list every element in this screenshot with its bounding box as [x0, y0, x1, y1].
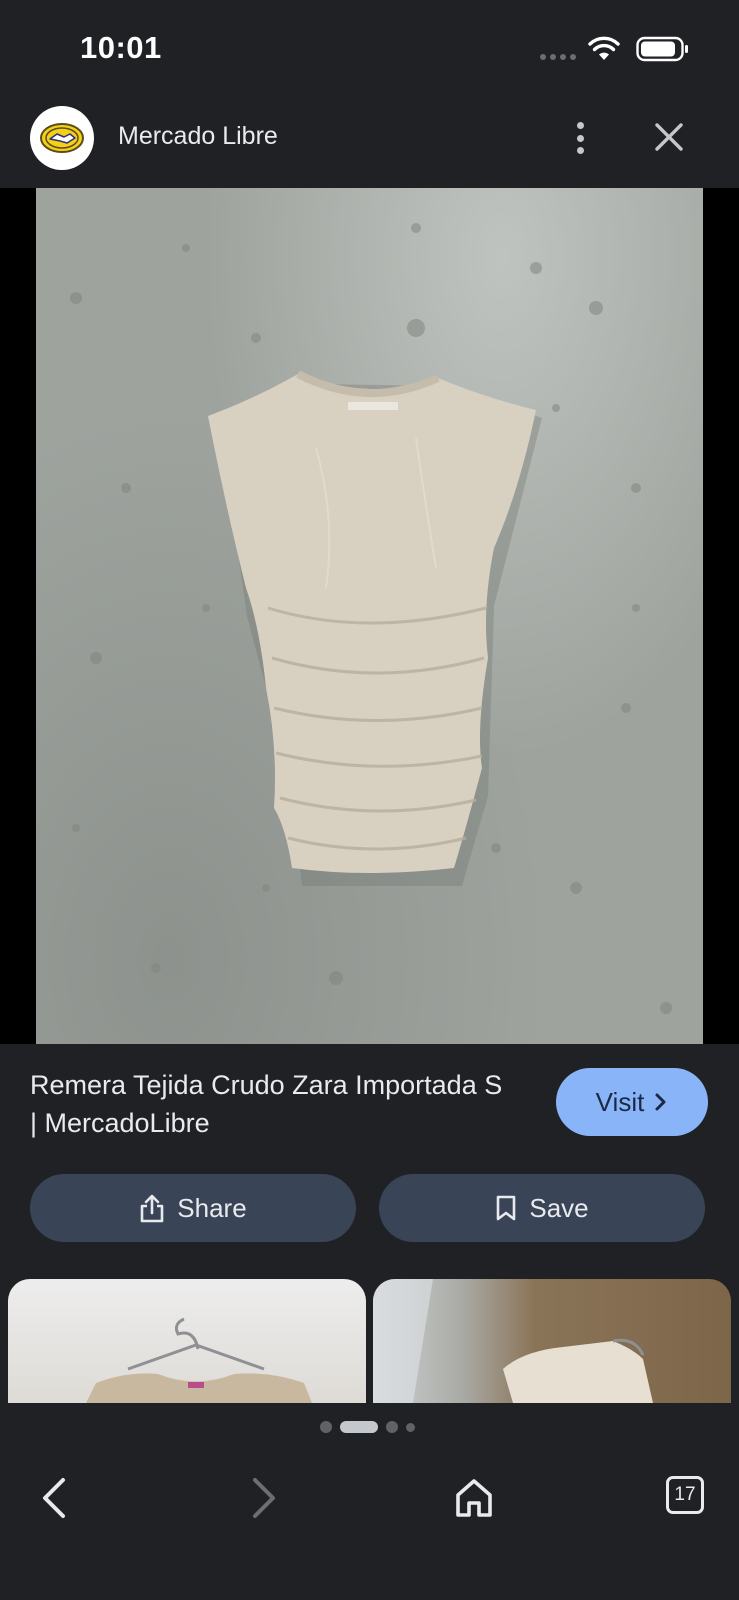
home-icon [456, 1479, 492, 1517]
cellular-signal-icon [540, 54, 576, 60]
bookmark-icon [497, 1195, 516, 1221]
wifi-icon [588, 36, 620, 60]
back-button[interactable] [26, 1470, 82, 1526]
image-viewer[interactable] [0, 188, 739, 1044]
mercadolibre-logo-icon [30, 106, 94, 170]
page-dot [320, 1421, 332, 1433]
visit-button[interactable]: Visit [556, 1068, 708, 1136]
page-dot [386, 1421, 398, 1433]
status-time: 10:01 [80, 30, 162, 65]
chevron-left-icon [43, 1478, 65, 1518]
page-dot-active [340, 1421, 378, 1433]
home-button[interactable] [446, 1470, 502, 1526]
share-label: Share [177, 1192, 247, 1223]
battery-icon [636, 36, 688, 62]
status-bar: 10:01 [0, 0, 739, 96]
close-icon[interactable] [652, 120, 686, 154]
visit-label: Visit [595, 1086, 645, 1117]
related-images [0, 1279, 739, 1403]
pagination-indicator [320, 1421, 415, 1433]
bottom-navigation: 17 [0, 1440, 739, 1600]
source-header: Mercado Libre [0, 96, 739, 188]
result-title[interactable]: Remera Tejida Crudo Zara Importada S | M… [30, 1066, 510, 1142]
more-vert-icon[interactable] [566, 118, 594, 158]
chevron-right-icon [253, 1478, 275, 1518]
site-name[interactable]: Mercado Libre [118, 122, 278, 151]
tab-switcher-button[interactable]: 17 [666, 1476, 704, 1514]
page-dot [406, 1422, 415, 1432]
save-label: Save [529, 1192, 589, 1223]
forward-button[interactable] [236, 1470, 292, 1526]
product-image[interactable] [36, 188, 703, 1044]
share-icon [140, 1194, 164, 1223]
chevron-right-icon [655, 1093, 666, 1111]
share-button[interactable]: Share [30, 1174, 356, 1242]
save-button[interactable]: Save [379, 1174, 705, 1242]
related-image-card[interactable] [373, 1279, 731, 1403]
related-image-card[interactable] [8, 1279, 366, 1403]
